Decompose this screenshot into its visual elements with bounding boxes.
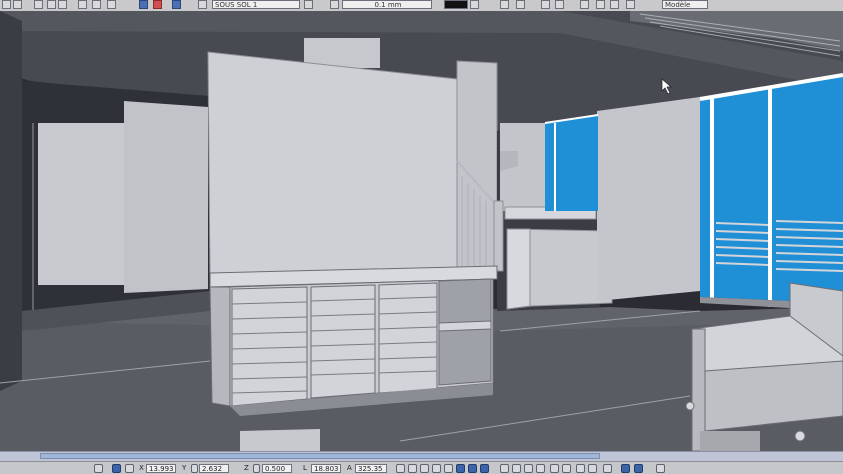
save-icon[interactable] [2, 0, 11, 9]
zoom-window-icon[interactable] [420, 464, 429, 473]
redo-icon[interactable] [92, 0, 101, 9]
layer-combo[interactable]: SOUS SOL 1 [212, 0, 300, 9]
y-lock-icon[interactable] [191, 464, 198, 473]
hallway-wall-mid [124, 101, 208, 293]
undo-icon[interactable] [78, 0, 87, 9]
z-coordinate-field[interactable]: 0.500 [262, 464, 292, 473]
coordinate-bar: X 13.993 Y 2.632 Z 0.500 L 18.803 A 325.… [0, 461, 843, 474]
foreground-box [240, 429, 320, 451]
scrollbar-thumb[interactable] [40, 453, 600, 459]
fly-icon[interactable] [480, 464, 489, 473]
orbit-icon[interactable] [456, 464, 465, 473]
angle-label: A [347, 464, 352, 472]
layer-dropdown-icon[interactable] [304, 0, 313, 9]
angle-field[interactable]: 325.35 [355, 464, 387, 473]
cad-application-window: SOUS SOL 1 0.1 mm Modèle X 13.993 Y 2.63… [0, 0, 843, 474]
zoom-in-icon[interactable] [396, 464, 405, 473]
open-icon[interactable] [13, 0, 22, 9]
x-coordinate-field[interactable]: 13.993 [146, 464, 176, 473]
camera-icon[interactable] [580, 0, 589, 9]
copy-icon[interactable] [47, 0, 56, 9]
snap-toolbar-icon[interactable] [516, 0, 525, 9]
grid-icon[interactable] [500, 0, 509, 9]
horizontal-scrollbar[interactable] [0, 451, 843, 461]
hallway-wall-far [38, 123, 124, 285]
length-label: L [303, 464, 307, 472]
z-lock-icon[interactable] [253, 464, 260, 473]
layers-icon[interactable] [621, 464, 630, 473]
paste-icon[interactable] [58, 0, 67, 9]
dropdown-arrow-icon[interactable] [94, 464, 103, 473]
cut-icon[interactable] [34, 0, 43, 9]
view-icon[interactable] [541, 0, 550, 9]
walk-icon[interactable] [468, 464, 477, 473]
pan-icon[interactable] [444, 464, 453, 473]
render-toolbar-icon[interactable] [626, 0, 635, 9]
print-icon[interactable] [107, 0, 116, 9]
material-icon[interactable] [610, 0, 619, 9]
left-wall [0, 11, 22, 391]
section-icon[interactable] [555, 0, 564, 9]
sideboard-cabinet [209, 265, 498, 416]
render-icon[interactable] [576, 464, 585, 473]
counter-side [506, 228, 531, 310]
record-icon[interactable] [153, 0, 162, 9]
view-front-icon[interactable] [512, 464, 521, 473]
y-coordinate-field[interactable]: 2.632 [199, 464, 229, 473]
help-icon[interactable] [172, 0, 181, 9]
light-icon[interactable] [596, 0, 605, 9]
shading-icon[interactable] [588, 464, 597, 473]
view-combo[interactable]: Modèle [662, 0, 708, 9]
window-left [545, 115, 598, 211]
wireframe-icon[interactable] [603, 464, 612, 473]
right-wall [597, 97, 700, 301]
3d-viewport[interactable] [0, 11, 843, 451]
partition-wall [207, 51, 458, 280]
settings-icon[interactable] [634, 464, 643, 473]
newel-post [493, 200, 504, 272]
view-iso-icon[interactable] [536, 464, 545, 473]
x-label: X [139, 464, 144, 472]
snap-icon[interactable] [112, 464, 121, 473]
length-field[interactable]: 18.803 [311, 464, 341, 473]
view-side-icon[interactable] [524, 464, 533, 473]
y-label: Y [182, 464, 187, 472]
z-label: Z [244, 464, 249, 472]
pen-icon[interactable] [330, 0, 339, 9]
color-dropdown-icon[interactable] [470, 0, 479, 9]
color-swatch[interactable] [444, 0, 468, 9]
zoom-out-icon[interactable] [408, 464, 417, 473]
view-camera-icon[interactable] [562, 464, 571, 473]
view-top-icon[interactable] [500, 464, 509, 473]
favorite-icon[interactable] [139, 0, 148, 9]
info-icon[interactable] [656, 464, 665, 473]
zoom-extents-icon[interactable] [432, 464, 441, 473]
layer-icon[interactable] [198, 0, 207, 9]
lock-icon[interactable] [125, 464, 134, 473]
view-perspective-icon[interactable] [550, 464, 559, 473]
line-weight-combo[interactable]: 0.1 mm [342, 0, 432, 9]
